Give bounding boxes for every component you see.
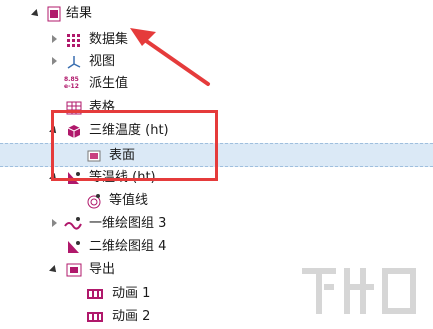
watermark-logo (302, 268, 416, 314)
expand-toggle-icon[interactable] (49, 56, 61, 68)
tree-node-views[interactable]: 视图 (0, 51, 433, 73)
contour-icon (86, 193, 102, 209)
tree-node-isovalue[interactable]: 等值线 (0, 190, 433, 212)
tree-label-plot2d4: 二维绘图组 4 (89, 239, 167, 254)
tree-label-isovalue: 等值线 (109, 193, 149, 208)
annotation-arrow-icon (130, 28, 210, 86)
export-icon (66, 262, 82, 278)
derived-values-icon-text-top: 8.85 (64, 76, 79, 83)
tree-node-plot1d3[interactable]: 一维绘图组 3 (0, 213, 433, 235)
expand-toggle-icon[interactable] (49, 34, 61, 46)
datasets-icon (66, 32, 82, 48)
derived-values-icon-text-bottom: e-12 (64, 83, 79, 90)
tree-node-datasets[interactable]: 数据集 (0, 29, 433, 51)
tree-label-anim1: 动画 1 (112, 286, 151, 301)
expand-toggle-icon[interactable] (48, 264, 60, 276)
tree-label-anim2: 动画 2 (112, 309, 151, 324)
film-strip-icon (86, 309, 104, 325)
derived-values-icon: 8.85 e-12 (64, 76, 84, 92)
axes-icon (66, 54, 82, 70)
tree-node-plot2d4[interactable]: 二维绘图组 4 (0, 236, 433, 258)
film-strip-icon (86, 286, 104, 302)
tree-node-results[interactable]: 结果 (0, 3, 433, 25)
annotation-highlight-box (51, 110, 218, 181)
tree-label-results: 结果 (66, 6, 93, 21)
expand-toggle-icon[interactable] (49, 218, 61, 230)
tree-label-export: 导出 (89, 262, 116, 277)
tree-node-derived-values[interactable]: 8.85 e-12 派生值 (0, 73, 433, 95)
tree-label-views: 视图 (89, 54, 116, 69)
2d-plot-group-icon (66, 239, 82, 255)
1d-plot-group-icon (64, 216, 82, 232)
expand-toggle-icon[interactable] (30, 8, 42, 20)
results-icon (46, 6, 62, 22)
tree-label-plot1d3: 一维绘图组 3 (89, 216, 167, 231)
